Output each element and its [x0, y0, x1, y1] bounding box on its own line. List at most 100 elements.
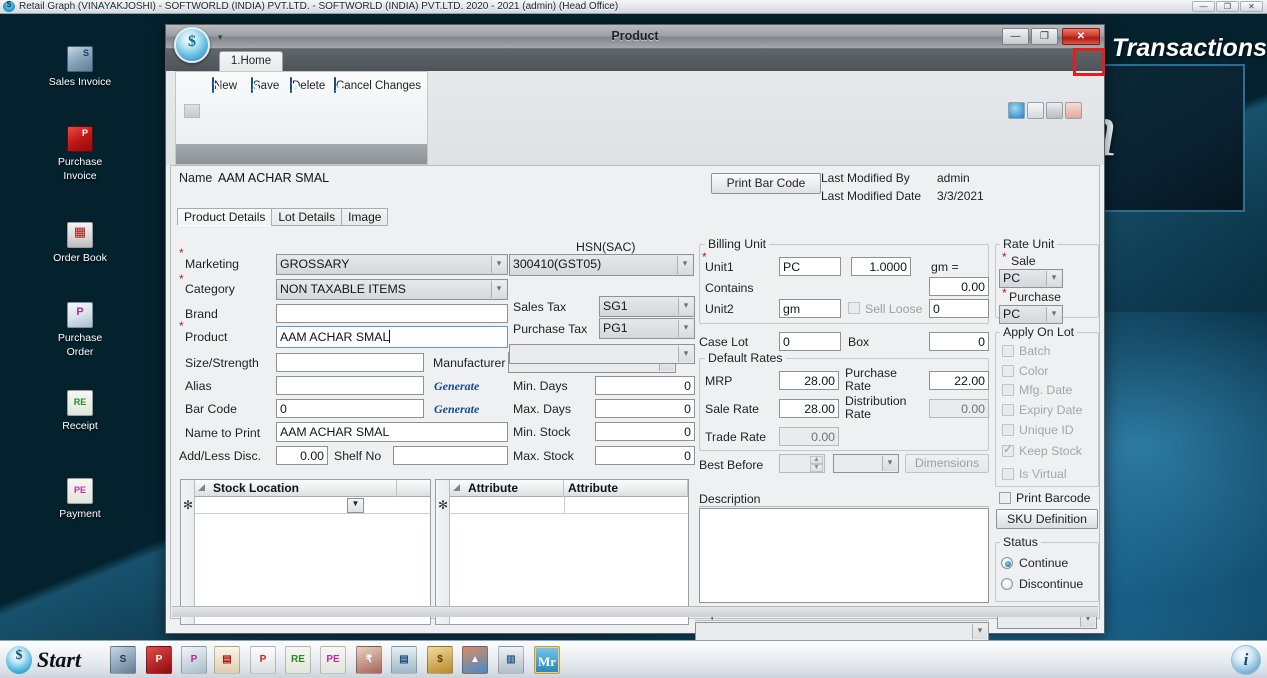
unique-id-checkbox[interactable] [1002, 424, 1014, 436]
chevron-down-icon[interactable] [491, 256, 506, 273]
min-stock-input[interactable]: 0 [595, 422, 695, 441]
shortcut-receipt[interactable]: Receipt [24, 390, 136, 432]
max-stock-input[interactable]: 0 [595, 446, 695, 465]
unit1-input[interactable]: PC [779, 257, 841, 276]
tab-product-details[interactable]: Product Details [177, 208, 272, 226]
batch-checkbox[interactable] [1002, 345, 1014, 357]
shortcut-sales-invoice[interactable]: Sales Invoice [24, 46, 136, 88]
group-launcher-icon[interactable] [184, 104, 200, 118]
sales-tax-select[interactable]: SG1 [599, 296, 695, 317]
unit2-qty-input[interactable]: 0 [929, 299, 989, 318]
best-before-spinner[interactable]: ▲ ▼ [779, 454, 825, 473]
shelf-no-input[interactable] [393, 446, 508, 465]
extra-select[interactable] [509, 344, 695, 364]
sku-definition-button[interactable]: SKU Definition [996, 509, 1098, 529]
taskbar-reports-icon[interactable]: ▤ [391, 646, 417, 674]
product-close-button[interactable]: ✕ [1062, 28, 1100, 45]
gm-equals-input[interactable]: 0.00 [929, 277, 989, 296]
size-strength-input[interactable] [276, 353, 424, 372]
expiry-date-checkbox[interactable] [1002, 404, 1014, 416]
shortcut-purchase-order[interactable]: Purchase Order [24, 302, 136, 358]
marketing-select[interactable]: GROSSARY [276, 254, 508, 275]
chevron-down-icon[interactable] [1046, 271, 1061, 286]
save-button[interactable]: Save [251, 78, 279, 92]
alias-generate-link[interactable]: Generate [434, 379, 479, 394]
shortcut-payment[interactable]: Payment [24, 478, 136, 520]
taskbar-posting-icon[interactable]: P [250, 646, 276, 674]
app-restore-button[interactable]: ❐ [1216, 1, 1239, 12]
replacement-product-select[interactable] [695, 622, 989, 641]
purchase-rate-input[interactable]: 22.00 [929, 371, 989, 390]
min-days-input[interactable]: 0 [595, 376, 695, 395]
stock-location-new-row[interactable] [195, 497, 430, 514]
product-input[interactable]: AAM ACHAR SMAL [276, 326, 508, 348]
spinner-down-icon[interactable]: ▼ [810, 464, 823, 472]
sell-loose-checkbox[interactable] [848, 302, 860, 314]
tab-lot-details[interactable]: Lot Details [271, 208, 342, 226]
case-lot-input[interactable]: 0 [779, 332, 841, 351]
chevron-down-icon[interactable] [882, 456, 897, 471]
product-window-title-bar[interactable]: Product — ❐ ✕ [166, 25, 1104, 49]
mrp-input[interactable]: 28.00 [779, 371, 839, 390]
taskbar-product-window-icon[interactable]: Mr [534, 646, 560, 674]
name-to-print-input[interactable]: AAM ACHAR SMAL [276, 422, 508, 442]
tab-home[interactable]: 1.Home [219, 51, 283, 71]
unit2-input[interactable]: gm [779, 299, 841, 318]
max-days-input[interactable]: 0 [595, 399, 695, 418]
attribute-column-header-2[interactable]: Attribute [564, 480, 688, 497]
start-button[interactable]: Start [6, 643, 81, 677]
status-continue-radio[interactable] [1001, 557, 1013, 569]
product-restore-button[interactable]: ❐ [1031, 28, 1058, 45]
report-icon[interactable] [1027, 102, 1044, 119]
status-discontinue-radio[interactable] [1001, 578, 1013, 590]
taskbar-sales-invoice-icon[interactable]: S [110, 646, 136, 674]
keep-stock-checkbox[interactable] [1002, 445, 1014, 457]
taskbar-purchase-order-icon[interactable]: P [181, 646, 207, 674]
chevron-down-icon[interactable] [677, 256, 692, 274]
shortcut-order-book[interactable]: Order Book [24, 222, 136, 264]
chevron-down-icon[interactable] [972, 624, 987, 639]
chevron-down-icon[interactable] [678, 298, 693, 315]
taskbar-purchase-invoice-icon[interactable]: P [146, 646, 172, 674]
taskbar-printer-icon[interactable]: ▥ [498, 646, 524, 674]
print-icon[interactable] [1046, 102, 1063, 119]
best-before-unit-select[interactable] [833, 454, 899, 473]
product-minimize-button[interactable]: — [1002, 28, 1029, 45]
print-bar-code-button[interactable]: Print Bar Code [711, 173, 821, 194]
app-minimize-button[interactable]: — [1192, 1, 1215, 12]
quick-access-toolbar-chevron-icon[interactable]: ▾ [218, 32, 223, 43]
hsn-select[interactable]: 300410(GST05) [509, 254, 694, 276]
chevron-down-icon[interactable] [678, 320, 693, 337]
alias-input[interactable] [276, 376, 424, 395]
bar-code-generate-link[interactable]: Generate [434, 402, 479, 417]
chevron-down-icon[interactable] [491, 281, 506, 298]
sale-unit-select[interactable]: PC [999, 269, 1063, 288]
chevron-down-icon[interactable] [678, 346, 693, 362]
purchase-unit-select[interactable]: PC [999, 305, 1063, 324]
stock-location-dropdown-button[interactable] [347, 498, 364, 513]
is-virtual-checkbox[interactable] [1002, 468, 1014, 480]
help-icon[interactable] [1008, 102, 1025, 119]
add-less-disc-input[interactable]: 0.00 [276, 446, 328, 465]
application-orb-button[interactable] [174, 27, 210, 63]
taskbar-stock-icon[interactable]: ▲ [462, 646, 488, 674]
taskbar-receipt-icon[interactable]: RE [285, 646, 311, 674]
brand-input[interactable] [276, 304, 508, 323]
app-close-button[interactable]: ✕ [1240, 1, 1263, 12]
new-button[interactable]: New [212, 78, 237, 92]
print-barcode-checkbox[interactable] [999, 492, 1011, 504]
taskbar-cash-icon[interactable]: ₹ [356, 646, 382, 674]
taskbar-money-bag-icon[interactable]: $ [427, 646, 453, 674]
chevron-down-icon[interactable] [1046, 307, 1061, 322]
purchase-tax-select[interactable]: PG1 [599, 318, 695, 339]
stock-location-grid[interactable]: Stock Location ✻ [180, 479, 431, 625]
stock-location-column-header[interactable]: Stock Location [209, 480, 397, 497]
taskbar-payment-icon[interactable]: PE [320, 646, 346, 674]
color-checkbox[interactable] [1002, 365, 1014, 377]
bar-code-input[interactable]: 0 [276, 399, 424, 418]
export-excel-icon[interactable] [1065, 102, 1082, 119]
cancel-changes-button[interactable]: Cancel Changes [334, 78, 421, 92]
shortcut-purchase-invoice[interactable]: Purchase Invoice [24, 126, 136, 182]
sale-rate-input[interactable]: 28.00 [779, 399, 839, 418]
taskbar-order-book-icon[interactable]: ▤ [214, 646, 240, 674]
